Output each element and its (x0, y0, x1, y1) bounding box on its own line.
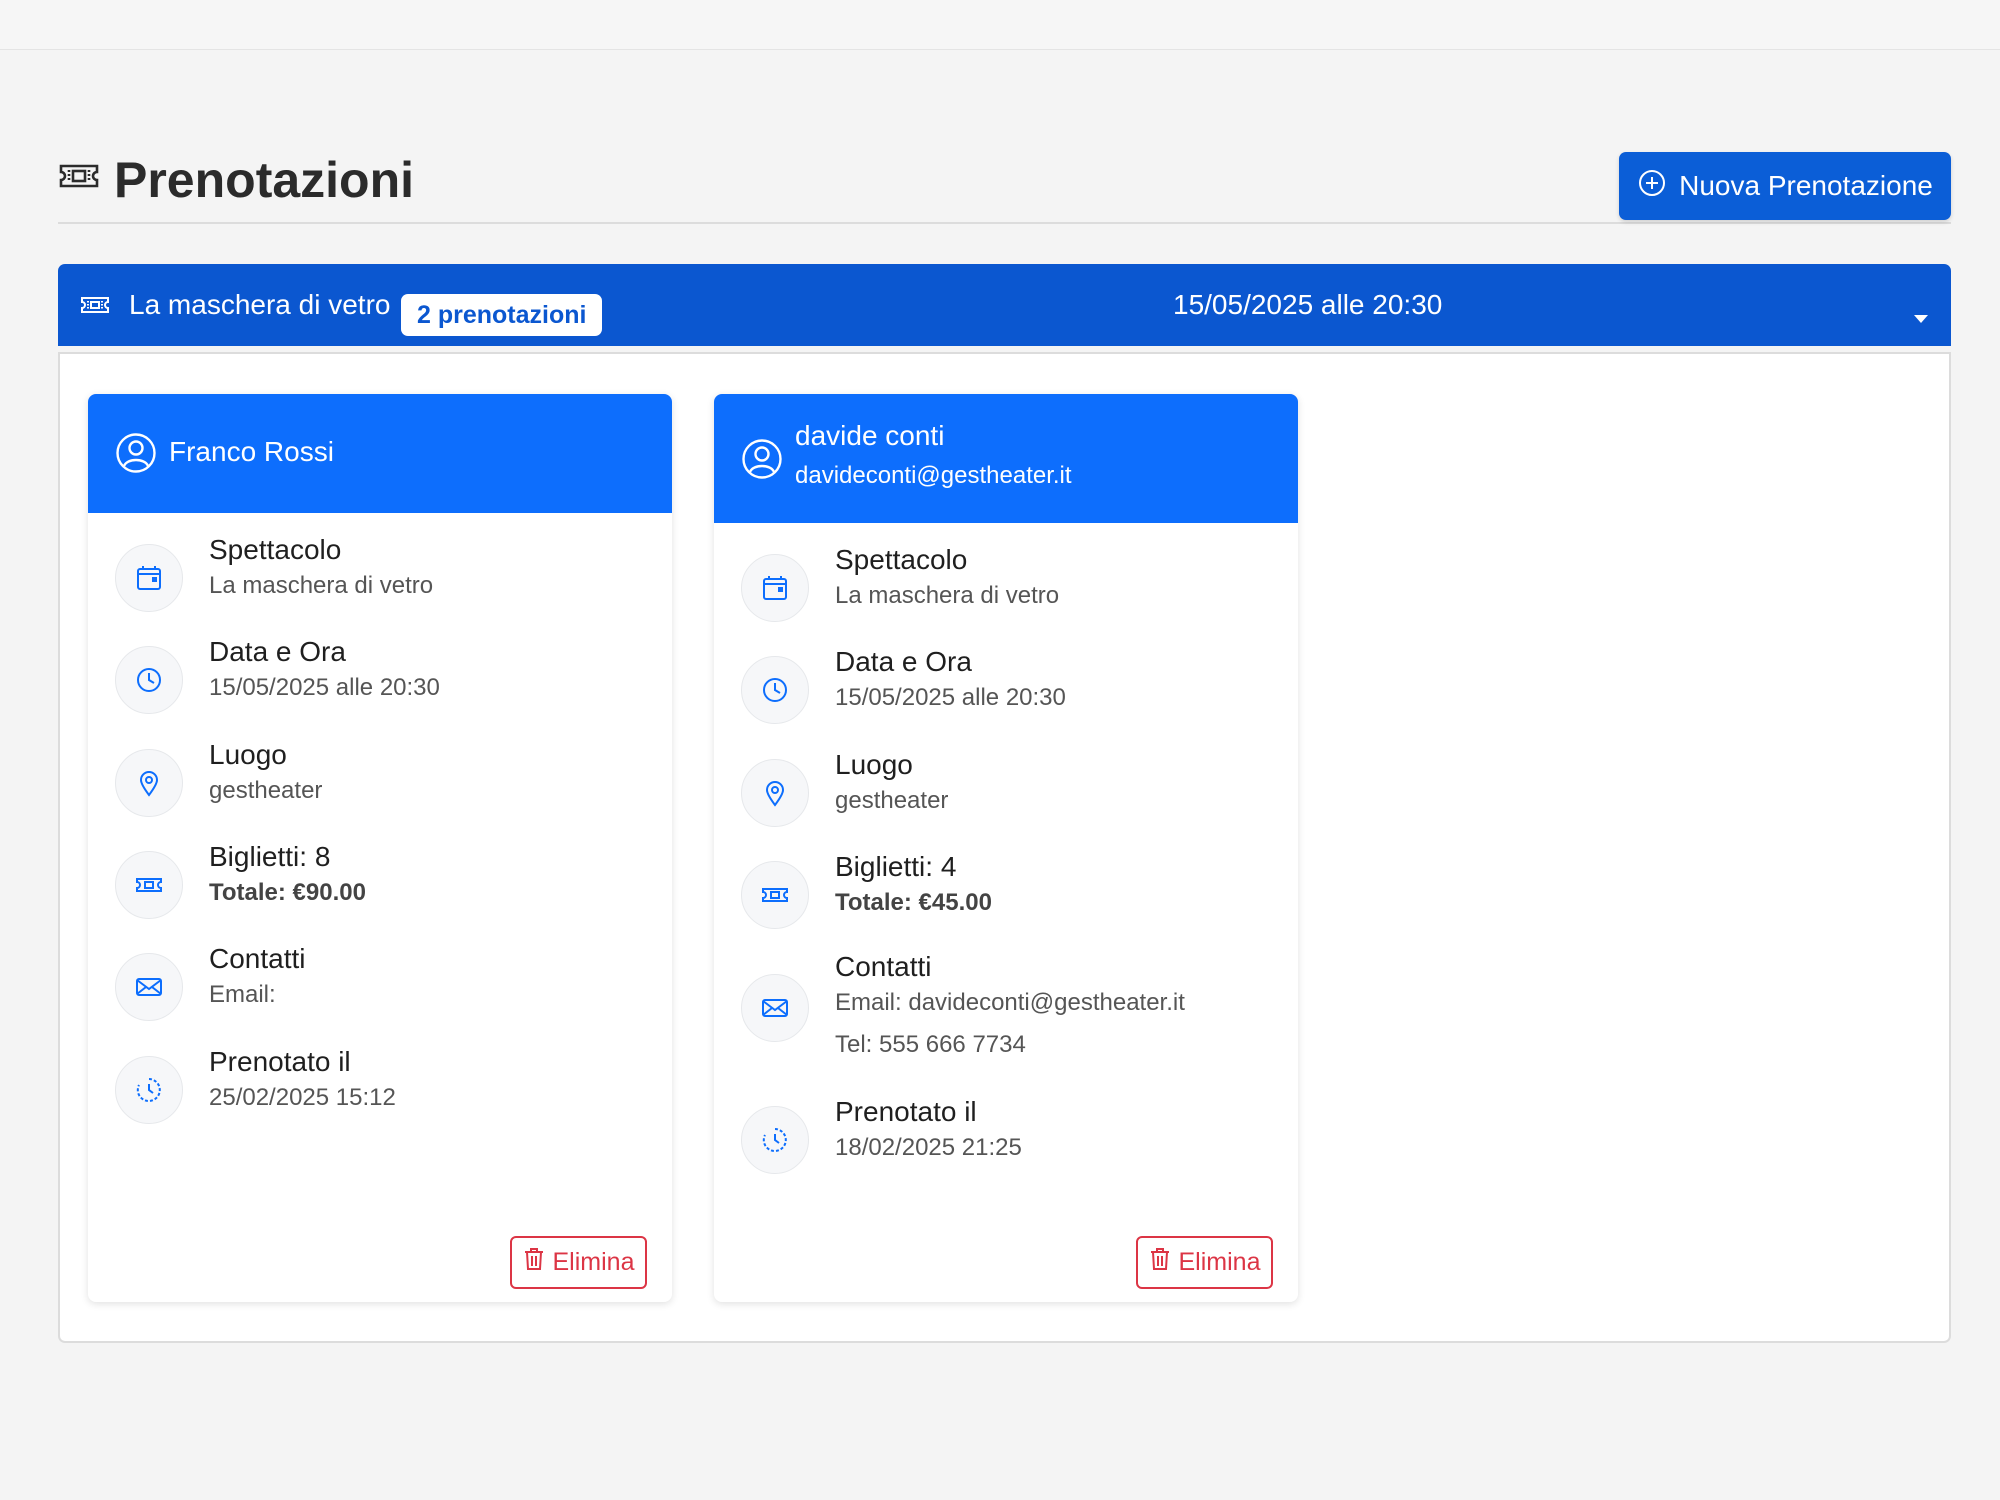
place-label: Luogo (209, 739, 287, 770)
show-value: La maschera di vetro (209, 572, 434, 599)
info-row-show: Spettacolo La maschera di vetro (741, 544, 1281, 626)
info-row-show: Spettacolo La maschera di vetro (115, 534, 655, 616)
envelope-icon (115, 953, 183, 1021)
tickets-label: Biglietti: 4 (835, 851, 957, 882)
ticket-icon (80, 291, 110, 319)
delete-button[interactable]: Elimina (1136, 1236, 1273, 1289)
bookings-count-badge: 2 prenotazioni (401, 294, 603, 336)
datetime-value: 15/05/2025 alle 20:30 (835, 684, 1066, 711)
show-title: La maschera di vetro (129, 289, 391, 320)
contacts-email: Email: davideconti@gestheater.it (835, 989, 1185, 1016)
show-date: 15/05/2025 alle 20:30 (1173, 289, 1443, 320)
top-bar (0, 0, 2000, 50)
tickets-label: Biglietti: 8 (209, 841, 331, 872)
info-row-tickets: Biglietti: 8 Totale: €90.00 (115, 841, 655, 923)
trash-icon (1149, 1247, 1171, 1278)
history-clock-icon (741, 1106, 809, 1174)
show-accordion-header[interactable]: La maschera di vetro 2 prenotazioni 15/0… (58, 264, 1951, 346)
place-value: gestheater (209, 777, 323, 804)
delete-button[interactable]: Elimina (510, 1236, 647, 1289)
clock-icon (741, 656, 809, 724)
ticket-icon (741, 861, 809, 929)
booking-card: Franco Rossi Spettacolo La maschera di v… (88, 394, 672, 1302)
show-accordion-body: Franco Rossi Spettacolo La maschera di v… (58, 352, 1951, 1343)
booking-card: davide conti davideconti@gestheater.it S… (714, 394, 1298, 1302)
map-pin-icon (741, 759, 809, 827)
page-title: Prenotazioni (58, 150, 414, 210)
delete-label: Elimina (1178, 1248, 1261, 1276)
history-clock-icon (115, 1056, 183, 1124)
info-row-contacts: Contatti Email: (115, 943, 655, 1025)
place-value: gestheater (835, 787, 949, 814)
info-row-place: Luogo gestheater (115, 739, 655, 821)
info-row-datetime: Data e Ora 15/05/2025 alle 20:30 (741, 646, 1281, 728)
show-value: La maschera di vetro (835, 582, 1060, 609)
booking-card-header: davide conti davideconti@gestheater.it (714, 394, 1298, 523)
info-row-datetime: Data e Ora 15/05/2025 alle 20:30 (115, 636, 655, 718)
calendar-icon (741, 554, 809, 622)
booked-value: 18/02/2025 21:25 (835, 1134, 1022, 1161)
place-label: Luogo (835, 749, 913, 780)
datetime-label: Data e Ora (835, 646, 972, 677)
show-label: Spettacolo (835, 544, 968, 575)
customer-name: davide conti (795, 420, 945, 451)
map-pin-icon (115, 749, 183, 817)
customer-name: Franco Rossi (169, 436, 334, 467)
delete-label: Elimina (552, 1248, 635, 1276)
info-row-place: Luogo gestheater (741, 749, 1281, 831)
datetime-value: 15/05/2025 alle 20:30 (209, 674, 440, 701)
contacts-phone: Tel: 555 666 7734 (835, 1031, 1026, 1058)
ticket-icon (58, 151, 100, 209)
show-label: Spettacolo (209, 534, 342, 565)
total-value: Totale: €90.00 (209, 879, 366, 906)
ticket-icon (115, 851, 183, 919)
new-booking-button[interactable]: Nuova Prenotazione (1619, 152, 1951, 220)
trash-icon (523, 1247, 545, 1278)
contacts-label: Contatti (209, 943, 306, 974)
clock-icon (115, 646, 183, 714)
booked-label: Prenotato il (209, 1046, 351, 1077)
booking-card-header: Franco Rossi (88, 394, 672, 513)
booked-value: 25/02/2025 15:12 (209, 1084, 396, 1111)
info-row-tickets: Biglietti: 4 Totale: €45.00 (741, 851, 1281, 933)
info-row-booked: Prenotato il 25/02/2025 15:12 (115, 1046, 655, 1128)
total-value: Totale: €45.00 (835, 889, 992, 916)
page-title-text: Prenotazioni (114, 152, 415, 208)
contacts-label: Contatti (835, 951, 932, 982)
new-booking-label: Nuova Prenotazione (1679, 170, 1933, 201)
page-header: Prenotazioni Nuova Prenotazione (58, 150, 1951, 224)
caret-down-icon[interactable] (1913, 300, 1929, 323)
contacts-email: Email: (209, 981, 276, 1008)
user-circle-icon (741, 438, 783, 480)
booked-label: Prenotato il (835, 1096, 977, 1127)
info-row-booked: Prenotato il 18/02/2025 21:25 (741, 1096, 1281, 1178)
datetime-label: Data e Ora (209, 636, 346, 667)
envelope-icon (741, 974, 809, 1042)
customer-email: davideconti@gestheater.it (795, 462, 1072, 489)
user-circle-icon (115, 432, 157, 474)
calendar-icon (115, 544, 183, 612)
plus-circle-icon (1637, 168, 1667, 205)
info-row-contacts: Contatti Email: davideconti@gestheater.i… (741, 951, 1281, 1058)
